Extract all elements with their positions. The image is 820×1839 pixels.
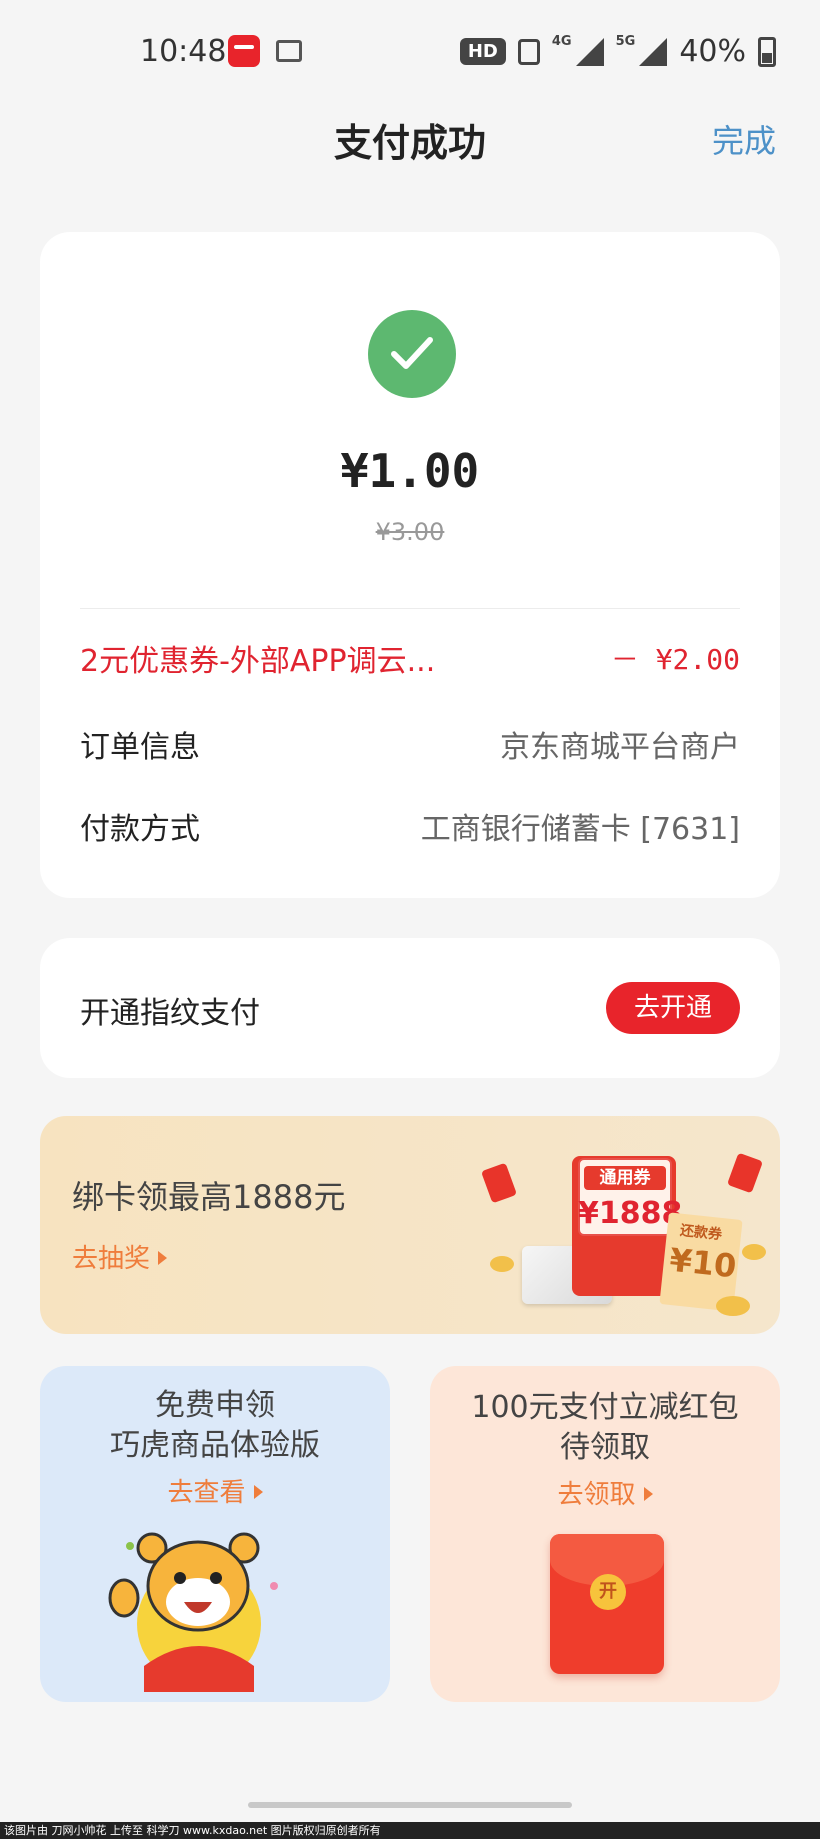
done-button[interactable]: 完成 bbox=[712, 116, 776, 162]
tile-title-line: 100元支付立减红包 bbox=[471, 1390, 739, 1425]
banner-title: 绑卡领最高1888元 bbox=[72, 1178, 346, 1216]
success-check-icon bbox=[368, 310, 456, 398]
tile-title: 免费申领 巧虎商品体验版 bbox=[40, 1366, 390, 1466]
home-indicator[interactable] bbox=[248, 1802, 572, 1808]
network-5g-label: 5G bbox=[615, 34, 636, 49]
payment-method-label: 付款方式 bbox=[80, 812, 200, 847]
fingerprint-pay-label: 开通指纹支付 bbox=[80, 996, 260, 1031]
fingerprint-pay-card: 开通指纹支付 去开通 bbox=[40, 938, 780, 1078]
original-amount: ¥3.00 bbox=[375, 518, 445, 546]
enable-fingerprint-button[interactable]: 去开通 bbox=[606, 982, 740, 1034]
payment-method-row: 付款方式 工商银行储蓄卡 [7631] bbox=[80, 804, 740, 848]
coupon-illustration: 通用券 ¥1888 还款券 ¥10 bbox=[480, 1116, 780, 1334]
banner-link-label: 去抽奖 bbox=[72, 1244, 151, 1274]
gallery-icon bbox=[276, 40, 302, 62]
open-envelope-coin: 开 bbox=[590, 1574, 626, 1610]
status-time: 10:48 bbox=[140, 34, 227, 69]
upload-watermark-note: 该图片由 刀网小帅花 上传至 科学刀 www.kxdao.net 图片版权归原创… bbox=[0, 1822, 820, 1839]
tile-title-line: 免费申领 bbox=[155, 1388, 275, 1423]
payment-app-icon bbox=[228, 35, 260, 67]
payment-summary-card: ¥1.00 ¥3.00 2元优惠券-外部APP调云... － ¥2.00 订单信… bbox=[40, 232, 780, 898]
network-4g-label: 4G bbox=[551, 34, 572, 49]
page-title: 支付成功 bbox=[333, 121, 486, 165]
tile-title-line: 巧虎商品体验版 bbox=[110, 1428, 320, 1463]
discount-value: － ¥2.00 bbox=[610, 643, 740, 676]
tile-link[interactable]: 去领取 bbox=[430, 1474, 780, 1511]
tile-link-label: 去查看 bbox=[167, 1478, 246, 1508]
tile-link-label: 去领取 bbox=[557, 1480, 636, 1510]
play-arrow-icon bbox=[158, 1251, 168, 1265]
red-packet-tile[interactable]: 100元支付立减红包 待领取 去领取 开 bbox=[430, 1366, 780, 1702]
red-envelope-icon[interactable]: 开 bbox=[550, 1534, 664, 1674]
hd-badge: HD bbox=[459, 38, 506, 65]
order-info-value: 京东商城平台商户 bbox=[500, 730, 740, 765]
paid-amount: ¥1.00 bbox=[340, 444, 480, 498]
red-envelope-icon bbox=[480, 1162, 518, 1204]
bind-card-promo-banner[interactable]: 绑卡领最高1888元 去抽奖 通用券 ¥1888 还款券 ¥10 bbox=[40, 1116, 780, 1334]
coin-icon bbox=[742, 1244, 766, 1260]
order-info-label: 订单信息 bbox=[80, 730, 200, 765]
battery-percent: 40% bbox=[679, 34, 746, 69]
tile-link[interactable]: 去查看 bbox=[40, 1472, 390, 1509]
coin-icon bbox=[490, 1256, 514, 1272]
signal-icon bbox=[575, 37, 604, 66]
ticket-value: ¥10 bbox=[667, 1240, 739, 1286]
play-arrow-icon bbox=[643, 1487, 653, 1501]
tiger-mascot-icon bbox=[108, 1532, 278, 1692]
payment-method-value: 工商银行储蓄卡 [7631] bbox=[420, 812, 740, 847]
coupon-value: ¥1888 bbox=[578, 1196, 683, 1231]
signal-icon bbox=[639, 37, 668, 66]
order-info-row: 订单信息 京东商城平台商户 bbox=[80, 722, 740, 766]
free-trial-tile[interactable]: 免费申领 巧虎商品体验版 去查看 bbox=[40, 1366, 390, 1702]
vibrate-icon bbox=[517, 38, 540, 65]
coin-icon bbox=[716, 1296, 750, 1316]
tile-title: 100元支付立减红包 待领取 bbox=[430, 1366, 780, 1468]
status-bar: 10:48 HD 4G 5G 40% bbox=[0, 0, 820, 100]
coupon-label: 通用券 bbox=[584, 1166, 666, 1190]
play-arrow-icon bbox=[253, 1485, 263, 1499]
tile-title-line: 待领取 bbox=[560, 1430, 650, 1465]
battery-icon bbox=[758, 36, 776, 67]
discount-label: 2元优惠券-外部APP调云... bbox=[80, 644, 436, 679]
banner-link[interactable]: 去抽奖 bbox=[72, 1238, 168, 1275]
discount-row: 2元优惠券-外部APP调云... － ¥2.00 bbox=[80, 636, 740, 680]
status-indicators: HD 4G 5G 40% bbox=[459, 34, 776, 69]
red-envelope-icon bbox=[726, 1152, 764, 1194]
divider bbox=[80, 608, 740, 609]
